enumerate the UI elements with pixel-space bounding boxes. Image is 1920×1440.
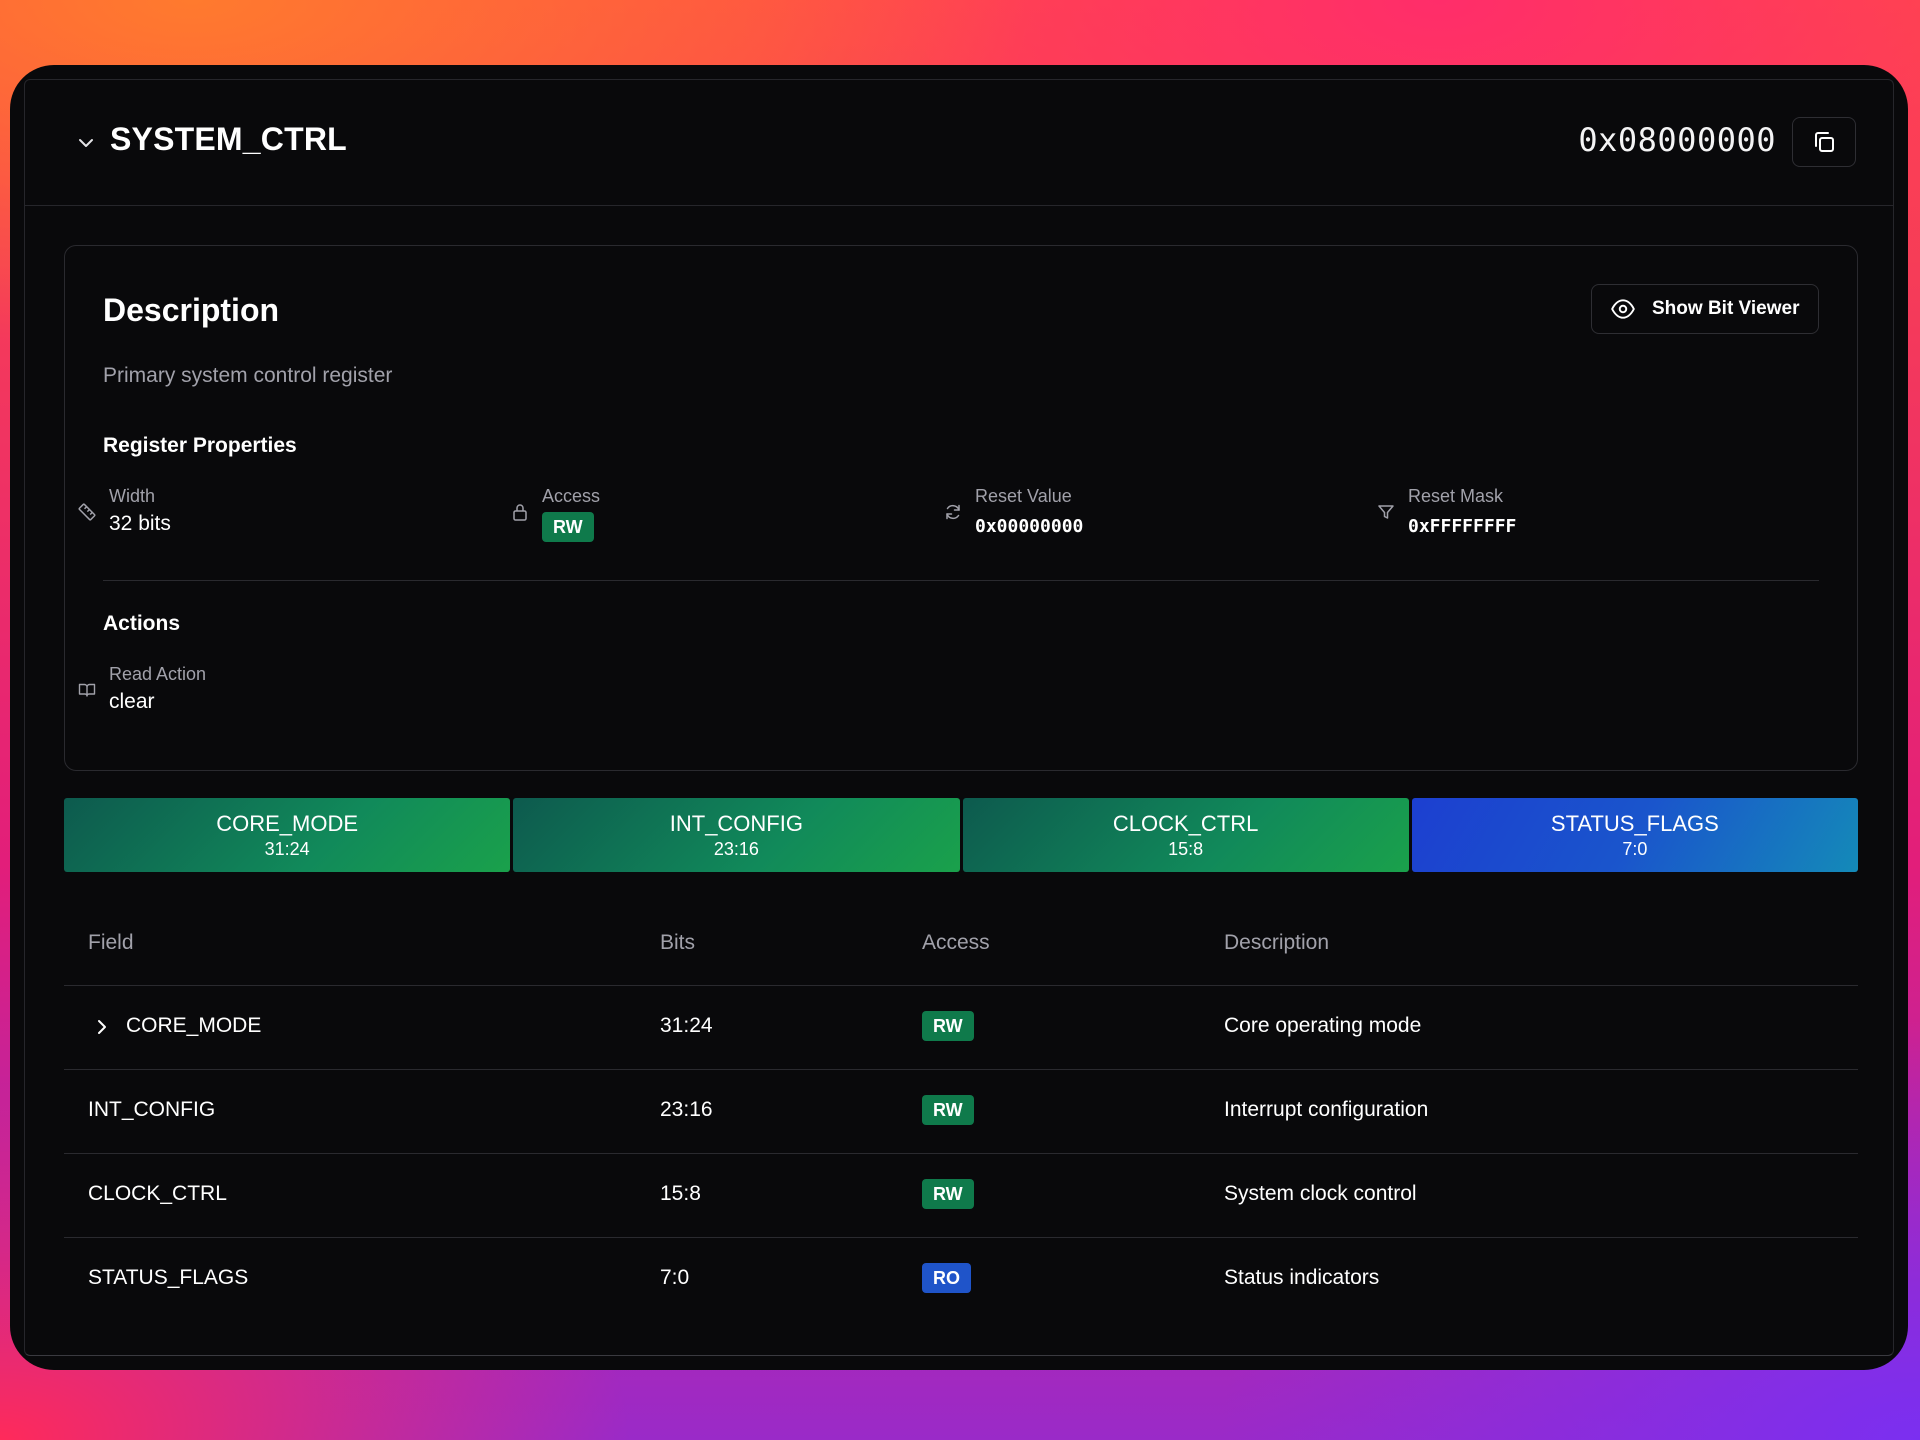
field-description: Status indicators (1224, 1266, 1380, 1289)
description-title: Description (103, 292, 280, 328)
segment-name: INT_CONFIG (669, 810, 803, 836)
book-open-icon (78, 683, 96, 697)
segment-bits: 15:8 (1168, 838, 1204, 859)
field-name: STATUS_FLAGS (88, 1266, 249, 1289)
property-label: Reset Value (975, 486, 1072, 506)
property-value: 32 bits (109, 512, 171, 535)
actions-title: Actions (103, 612, 181, 635)
property-value: 0x00000000 (975, 516, 1084, 537)
field-bits: 23:16 (660, 1098, 713, 1121)
copy-address-button[interactable] (1792, 117, 1856, 167)
register-name: SYSTEM_CTRL (110, 121, 347, 157)
bit-segment-int-config[interactable]: INT_CONFIG 23:16 (513, 798, 960, 872)
table-row[interactable]: INT_CONFIG 23:16 RW Interrupt configurat… (64, 1070, 1858, 1154)
show-bit-viewer-button[interactable]: Show Bit Viewer (1591, 284, 1819, 334)
action-value: clear (109, 690, 155, 713)
description-card: Description Show Bit Viewer Primary syst… (64, 245, 1858, 771)
column-header-field: Field (88, 931, 134, 954)
property-reset-mask: Reset Mask 0xFFFFFFFF (1364, 486, 1794, 546)
field-name: CORE_MODE (126, 1014, 262, 1037)
segment-bits: 31:24 (264, 838, 310, 859)
field-name: INT_CONFIG (88, 1098, 216, 1121)
property-label: Width (109, 486, 156, 506)
segment-name: CLOCK_CTRL (1112, 810, 1259, 836)
table-header: Field Bits Access Description (64, 905, 1858, 986)
access-badge: RW (922, 1011, 974, 1041)
access-badge: RW (922, 1095, 974, 1125)
segment-name: CORE_MODE (216, 810, 359, 836)
chevron-right-icon[interactable] (92, 1017, 112, 1037)
field-bits: 7:0 (660, 1266, 690, 1289)
column-header-access: Access (922, 931, 990, 954)
table-row[interactable]: CLOCK_CTRL 15:8 RW System clock control (64, 1154, 1858, 1238)
field-description: Interrupt configuration (1224, 1098, 1429, 1121)
bit-segment-status-flags[interactable]: STATUS_FLAGS 7:0 (1411, 798, 1858, 872)
ruler-icon (78, 503, 96, 521)
access-badge: RW (922, 1179, 974, 1209)
register-address: 0x08000000 (1578, 121, 1776, 159)
lock-icon (513, 504, 527, 521)
register-panel: SYSTEM_CTRL 0x08000000 Description Show … (10, 65, 1908, 1370)
table-row[interactable]: STATUS_FLAGS 7:0 RO Status indicators (64, 1238, 1858, 1321)
table-row[interactable]: CORE_MODE 31:24 RW Core operating mode (64, 986, 1858, 1070)
chevron-down-icon[interactable] (76, 133, 96, 153)
register-description: Primary system control register (103, 364, 393, 387)
property-value: 0xFFFFFFFF (1408, 516, 1517, 537)
fields-table: Field Bits Access Description CORE_MODE … (64, 905, 1858, 1321)
show-bit-viewer-label: Show Bit Viewer (1652, 298, 1800, 319)
bit-field-map: CORE_MODE 31:24 INT_CONFIG 23:16 CLOCK_C… (64, 798, 1858, 872)
filter-icon (1378, 505, 1394, 519)
segment-name: STATUS_FLAGS (1550, 810, 1719, 836)
property-label: Access (542, 486, 601, 506)
refresh-icon (946, 504, 960, 520)
segment-bits: 7:0 (1622, 838, 1648, 859)
property-width: Width 32 bits (65, 486, 495, 546)
access-badge: RW (542, 512, 594, 542)
bit-segment-clock-ctrl[interactable]: CLOCK_CTRL 15:8 (962, 798, 1409, 872)
copy-icon (1815, 132, 1834, 152)
section-divider (103, 580, 1819, 581)
eye-icon (1611, 299, 1635, 319)
field-name: CLOCK_CTRL (88, 1182, 227, 1205)
property-reset-value: Reset Value 0x00000000 (931, 486, 1361, 546)
field-description: System clock control (1224, 1182, 1417, 1205)
register-header[interactable]: SYSTEM_CTRL 0x08000000 (24, 79, 1894, 206)
field-description: Core operating mode (1224, 1014, 1422, 1037)
property-access: Access RW (498, 486, 928, 546)
field-bits: 31:24 (660, 1014, 713, 1037)
register-properties-title: Register Properties (103, 434, 297, 457)
access-badge: RO (922, 1263, 971, 1293)
column-header-bits: Bits (660, 931, 696, 954)
segment-bits: 23:16 (713, 838, 759, 859)
property-label: Reset Mask (1408, 486, 1504, 506)
action-label: Read Action (109, 664, 207, 684)
field-bits: 15:8 (660, 1182, 701, 1205)
bit-segment-core-mode[interactable]: CORE_MODE 31:24 (64, 798, 511, 872)
action-read: Read Action clear (65, 664, 495, 724)
column-header-description: Description (1224, 931, 1330, 954)
